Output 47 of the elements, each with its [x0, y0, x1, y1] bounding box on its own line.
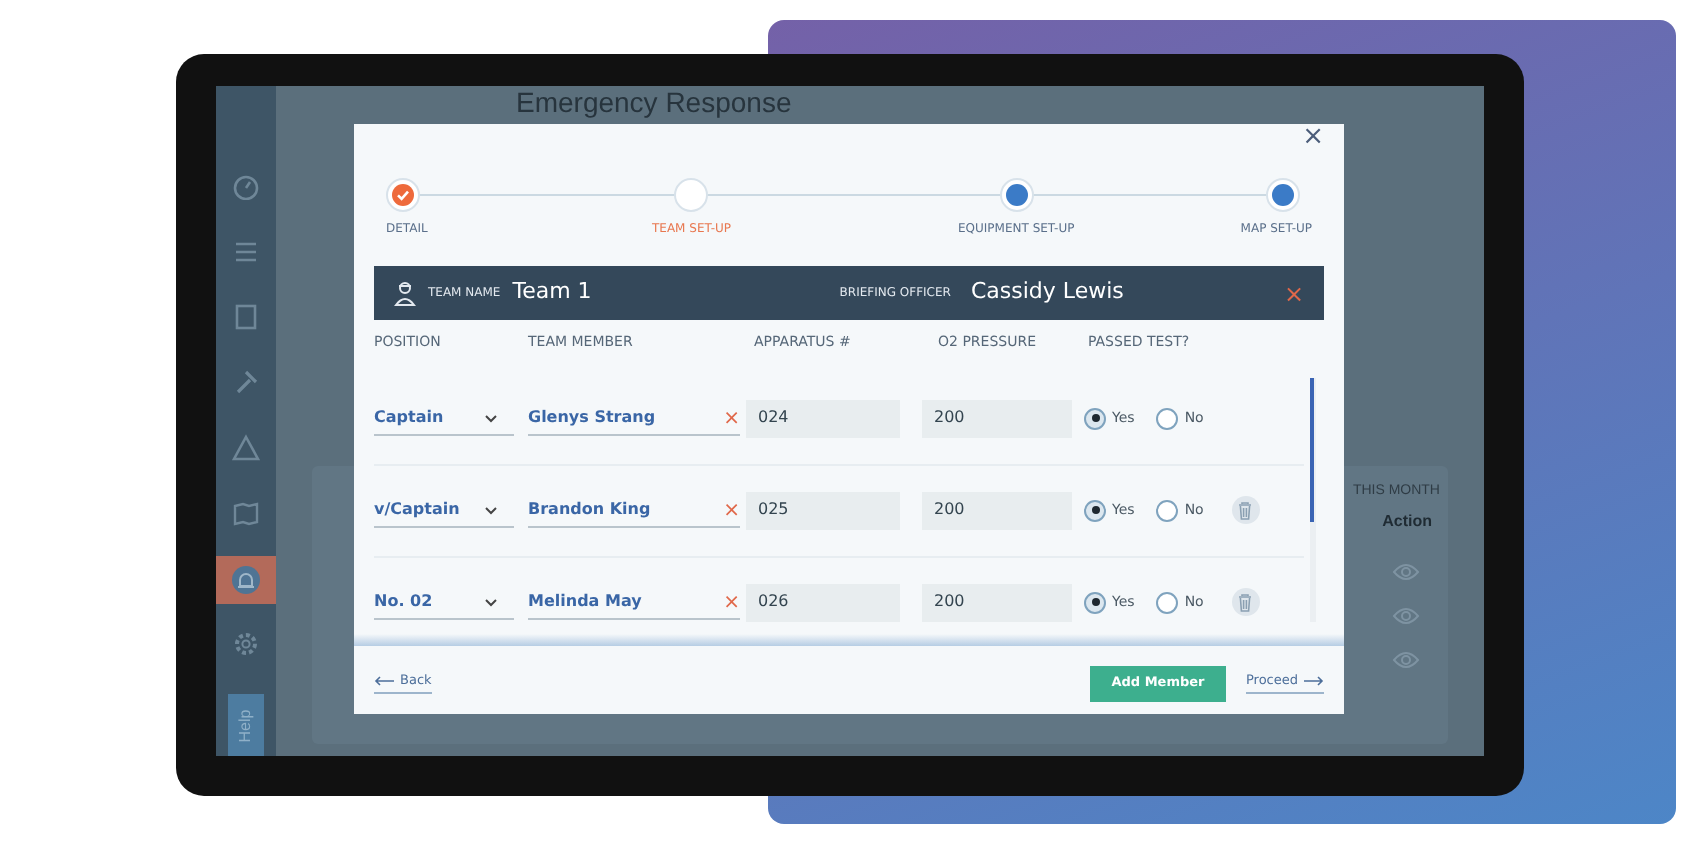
member-field[interactable]: Melinda May × — [528, 585, 740, 619]
remove-button[interactable]: × — [1283, 275, 1304, 311]
gauge-icon — [232, 171, 260, 200]
chevron-icon — [484, 413, 498, 423]
apparatus-field[interactable]: 026 — [746, 583, 900, 621]
apparatus-field[interactable]: 025 — [746, 491, 900, 529]
hammer-icon — [232, 368, 260, 397]
delete-button[interactable] — [1231, 496, 1260, 524]
close-button[interactable]: × — [1302, 124, 1324, 150]
list-icon — [232, 237, 260, 266]
pressure-field[interactable]: 200 — [922, 583, 1072, 621]
team-name: Team 1 — [512, 276, 592, 309]
member-field[interactable]: Brandon King × — [528, 493, 740, 527]
view-icon[interactable] — [1392, 650, 1420, 670]
view-icon[interactable] — [1392, 606, 1420, 626]
delete-button[interactable] — [1231, 588, 1260, 616]
position-select[interactable]: Captain — [374, 401, 514, 435]
step-marker[interactable] — [674, 178, 709, 212]
remove-button[interactable]: × — [723, 409, 740, 429]
member-field[interactable]: Glenys Strang × — [528, 401, 740, 435]
scrollbar[interactable] — [1310, 377, 1316, 621]
trash-icon — [1238, 501, 1253, 519]
chevron-icon — [484, 505, 498, 515]
settings-icon — [232, 630, 260, 659]
remove-button[interactable]: × — [723, 501, 740, 521]
position-select[interactable]: No. 02 — [374, 585, 514, 619]
map-icon — [232, 499, 260, 528]
remove-button[interactable]: × — [723, 593, 740, 613]
warning-icon — [232, 434, 260, 463]
pressure-field[interactable]: 200 — [922, 491, 1072, 529]
step-marker[interactable] — [999, 178, 1034, 212]
step-marker[interactable] — [1266, 178, 1300, 212]
pressure-field[interactable]: 200 — [922, 399, 1072, 437]
arrow-left-icon — [374, 676, 394, 686]
nav-item[interactable] — [216, 555, 276, 604]
arrow-right-icon — [1304, 676, 1324, 686]
position-select[interactable]: v/Captain — [374, 493, 514, 527]
apparatus-field[interactable]: 024 — [746, 399, 900, 437]
officer-name: Cassidy Lewis — [970, 276, 1124, 309]
trash-icon — [1238, 593, 1253, 611]
app-title: Emergency Response — [516, 86, 792, 120]
firefighter-icon — [394, 280, 416, 306]
view-icon[interactable] — [1392, 562, 1420, 582]
column-heading: Action — [1382, 510, 1432, 534]
chevron-icon — [484, 597, 498, 607]
step-marker[interactable] — [386, 178, 420, 212]
siren-icon — [232, 565, 260, 594]
